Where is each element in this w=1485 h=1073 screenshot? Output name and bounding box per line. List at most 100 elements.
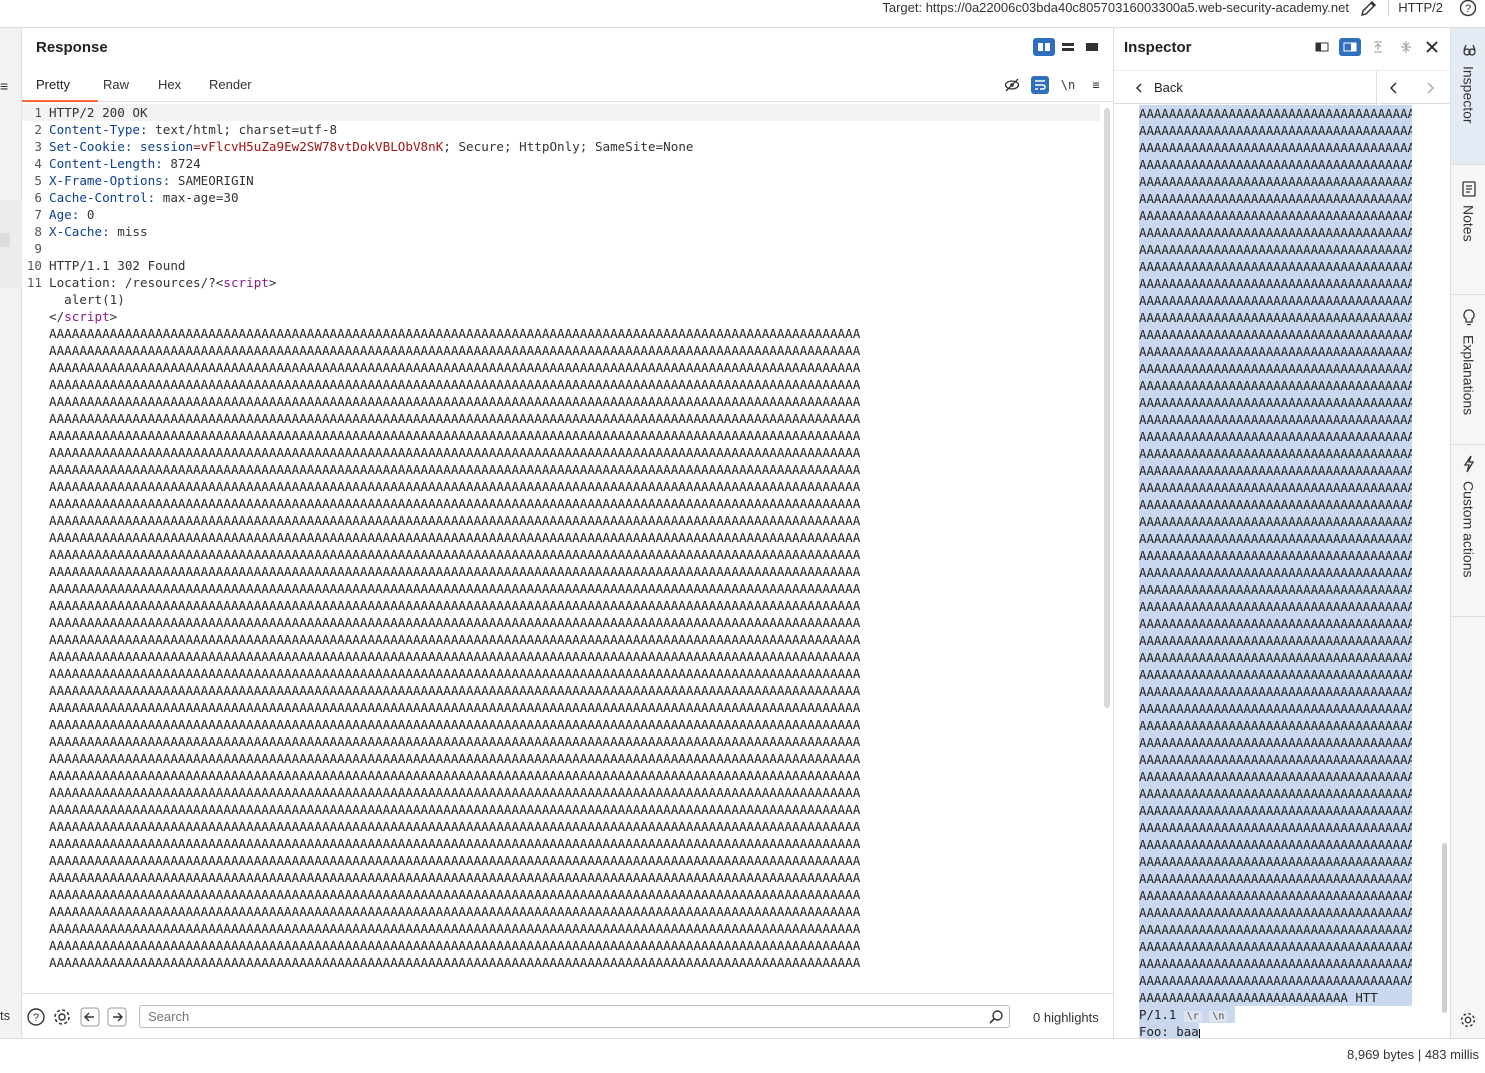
help-circle-icon: ? xyxy=(27,1008,45,1026)
notes-icon xyxy=(1461,181,1476,197)
tab-render[interactable]: Render xyxy=(209,77,252,92)
payload-line: AAAAAAAAAAAAAAAAAAAAAAAAAAAAAAAAAAAAAAAA… xyxy=(22,444,1100,461)
payload-text: AAAAAAAAAAAAAAAAAAAAAAAAAAAAAAAAAAAAAAAA… xyxy=(49,700,861,715)
selected-value-row: AAAAAAAAAAAAAAAAAAAAAAAAAAAAAAAAAAAAAAAA xyxy=(1139,904,1412,921)
collapse-all-button[interactable] xyxy=(1395,38,1417,56)
payload-text: AAAAAAAAAAAAAAAAAAAAAAAAAAAAAAAAAAAAAAAA… xyxy=(49,887,861,902)
selected-value-foo: Foo: baa xyxy=(1139,1023,1199,1038)
chevron-right-icon[interactable] xyxy=(1422,80,1438,96)
payload-text: AAAAAAAAAAAAAAAAAAAAAAAAAAAAAAAAAAAAAAAA… xyxy=(49,462,861,477)
tab-hex[interactable]: Hex xyxy=(158,77,181,92)
rail-tab-custom-actions[interactable]: Custom actions xyxy=(1451,445,1485,617)
code-line: 6 Cache-Control: max-age=30 xyxy=(22,189,1100,206)
selected-value-row: AAAAAAAAAAAAAAAAAAAAAAAAAAAAAAAAAAAAAAAA xyxy=(1139,717,1412,734)
payload-line: AAAAAAAAAAAAAAAAAAAAAAAAAAAAAAAAAAAAAAAA… xyxy=(22,597,1100,614)
rail-tab-explanations[interactable]: Explanations xyxy=(1451,295,1485,445)
help-icon[interactable]: ? xyxy=(1459,0,1477,17)
rail-tab-inspector[interactable]: Inspector xyxy=(1451,28,1485,165)
payload-line: AAAAAAAAAAAAAAAAAAAAAAAAAAAAAAAAAAAAAAAA… xyxy=(22,359,1100,376)
edit-target-icon[interactable] xyxy=(1359,0,1379,18)
svg-text:?: ? xyxy=(1465,3,1471,15)
code-line: alert(1) xyxy=(22,291,1100,308)
payload-line: AAAAAAAAAAAAAAAAAAAAAAAAAAAAAAAAAAAAAAAA… xyxy=(22,631,1100,648)
payload-text: AAAAAAAAAAAAAAAAAAAAAAAAAAAAAAAAAAAAAAAA… xyxy=(49,513,861,528)
rail-tab-notes[interactable]: Notes xyxy=(1451,165,1485,295)
layout-split-vertical-button[interactable] xyxy=(1033,38,1055,56)
side-rail: Inspector Notes Explanations Custom acti… xyxy=(1450,28,1485,1038)
code-line: 10 HTTP/1.1 302 Found xyxy=(22,257,1100,274)
layout-split-horizontal-button[interactable] xyxy=(1057,38,1079,56)
back-button[interactable]: Back xyxy=(1134,80,1183,95)
editor-menu-icon[interactable]: ≡ xyxy=(1087,76,1105,94)
hide-non-printable-button[interactable] xyxy=(1003,76,1021,94)
tab-pretty[interactable]: Pretty xyxy=(36,77,70,92)
target-label[interactable]: Target: https://0a22006c03bda40c80570316… xyxy=(882,0,1349,16)
selected-value-row: AAAAAAAAAAAAAAAAAAAAAAAAAAAAAAAAAAAAAAAA xyxy=(1139,598,1412,615)
response-tabs: Pretty Raw Hex Render \n ≡ xyxy=(22,68,1113,102)
inspector-value-editor[interactable]: AAAAAAAAAAAAAAAAAAAAAAAAAAAAAAAAAAAAAAAA… xyxy=(1139,105,1414,1038)
code-line: 11 Location: /resources/?<script> xyxy=(22,274,1100,291)
inspector-scrollbar[interactable] xyxy=(1442,843,1447,1013)
close-icon[interactable] xyxy=(1423,38,1441,56)
payload-text: AAAAAAAAAAAAAAAAAAAAAAAAAAAAAAAAAAAAAAAA… xyxy=(49,955,861,970)
menu-icon[interactable]: ≡ xyxy=(0,78,8,94)
selected-value-row: AAAAAAAAAAAAAAAAAAAAAAAAAAAAAAAAAAAAAAAA xyxy=(1139,241,1412,258)
payload-text: AAAAAAAAAAAAAAAAAAAAAAAAAAAAAAAAAAAAAAAA… xyxy=(49,734,861,749)
word-wrap-button[interactable] xyxy=(1031,76,1049,94)
payload-line: AAAAAAAAAAAAAAAAAAAAAAAAAAAAAAAAAAAAAAAA… xyxy=(22,614,1100,631)
payload-line: AAAAAAAAAAAAAAAAAAAAAAAAAAAAAAAAAAAAAAAA… xyxy=(22,716,1100,733)
previous-match-button[interactable] xyxy=(79,1006,101,1028)
next-match-button[interactable] xyxy=(106,1006,128,1028)
inspector-layout-left-button[interactable] xyxy=(1311,38,1333,56)
selected-value-row: AAAAAAAAAAAAAAAAAAAAAAAAAAAAAAAAAAAAAAAA xyxy=(1139,292,1412,309)
payload-text: AAAAAAAAAAAAAAAAAAAAAAAAAAAAAAAAAAAAAAAA… xyxy=(49,921,861,936)
show-newlines-button[interactable]: \n xyxy=(1059,76,1077,94)
selected-value-row: AAAAAAAAAAAAAAAAAAAAAAAAAAAAAAAAAAAAAAAA xyxy=(1139,445,1412,462)
chevron-left-icon[interactable] xyxy=(1386,80,1402,96)
payload-text: AAAAAAAAAAAAAAAAAAAAAAAAAAAAAAAAAAAAAAAA… xyxy=(49,768,861,783)
payload-text: AAAAAAAAAAAAAAAAAAAAAAAAAAAAAAAAAAAAAAAA… xyxy=(49,904,861,919)
inspector-title: Inspector xyxy=(1124,39,1192,56)
payload-text: AAAAAAAAAAAAAAAAAAAAAAAAAAAAAAAAAAAAAAAA… xyxy=(49,581,861,596)
arrow-left-icon xyxy=(80,1007,100,1027)
gear-icon[interactable] xyxy=(1459,1011,1477,1029)
selected-value-row: AAAAAAAAAAAAAAAAAAAAAAAAAAAAAAAAAAAAAAAA xyxy=(1139,853,1412,870)
request-panel-marker xyxy=(0,233,10,247)
payload-text: AAAAAAAAAAAAAAAAAAAAAAAAAAAAAAAAAAAAAAAA… xyxy=(49,598,861,613)
text-caret xyxy=(1198,1029,1200,1038)
script-body: alert(1) xyxy=(49,292,125,307)
code-line: 9 xyxy=(22,240,1100,257)
expand-all-button[interactable] xyxy=(1367,38,1389,56)
editor-scrollbar[interactable] xyxy=(1104,108,1110,708)
payload-text: AAAAAAAAAAAAAAAAAAAAAAAAAAAAAAAAAAAAAAAA… xyxy=(49,717,861,732)
response-editor[interactable]: 1 HTTP/2 200 OK 2 Content-Type: text/html;… xyxy=(22,104,1100,992)
payload-line: AAAAAAAAAAAAAAAAAAAAAAAAAAAAAAAAAAAAAAAA… xyxy=(22,546,1100,563)
arrow-right-icon xyxy=(107,1007,127,1027)
selected-value-row: AAAAAAAAAAAAAAAAAAAAAAAAAAAAAAAAAAAAAAAA xyxy=(1139,377,1412,394)
selected-value-row: AAAAAAAAAAAAAAAAAAAAAAAAAAAAAAAAAAAAAAAA xyxy=(1139,360,1412,377)
payload-line: AAAAAAAAAAAAAAAAAAAAAAAAAAAAAAAAAAAAAAAA… xyxy=(22,920,1100,937)
code-line: 5 X-Frame-Options: SAMEORIGIN xyxy=(22,172,1100,189)
protocol-label[interactable]: HTTP/2 xyxy=(1398,0,1443,16)
selected-value-row: AAAAAAAAAAAAAAAAAAAAAAAAAAAAAAAAAAAAAAAA xyxy=(1139,632,1412,649)
tag-bracket: </ xyxy=(49,309,65,324)
inspector-layout-right-button[interactable] xyxy=(1339,38,1361,56)
location-header: Location: /resources/?< xyxy=(49,275,224,290)
search-input[interactable] xyxy=(139,1005,1010,1028)
payload-line: AAAAAAAAAAAAAAAAAAAAAAAAAAAAAAAAAAAAAAAA… xyxy=(22,529,1100,546)
collapse-icon xyxy=(1401,41,1411,53)
status-bar: 8,969 bytes | 483 millis xyxy=(0,1038,1485,1073)
tab-raw[interactable]: Raw xyxy=(103,77,129,92)
payload-text: AAAAAAAAAAAAAAAAAAAAAAAAAAAAAAAAAAAAAAAA… xyxy=(49,360,861,375)
search-icon[interactable] xyxy=(988,1009,1004,1025)
payload-line: AAAAAAAAAAAAAAAAAAAAAAAAAAAAAAAAAAAAAAAA… xyxy=(22,478,1100,495)
line-number: 11 xyxy=(26,275,42,290)
settings-button[interactable] xyxy=(51,1006,73,1028)
layout-single-button[interactable] xyxy=(1081,38,1103,56)
header-name: X-Frame-Options: xyxy=(49,173,171,188)
help-button[interactable]: ? xyxy=(25,1006,47,1028)
code-line: 8 X-Cache: miss xyxy=(22,223,1100,240)
search-bar: ts ? 0 highlights xyxy=(0,993,1113,1038)
rail-label-explanations: Explanations xyxy=(1460,335,1477,416)
selected-value-row: AAAAAAAAAAAAAAAAAAAAAAAAAAAAAAAAAAAAAAAA xyxy=(1139,411,1412,428)
